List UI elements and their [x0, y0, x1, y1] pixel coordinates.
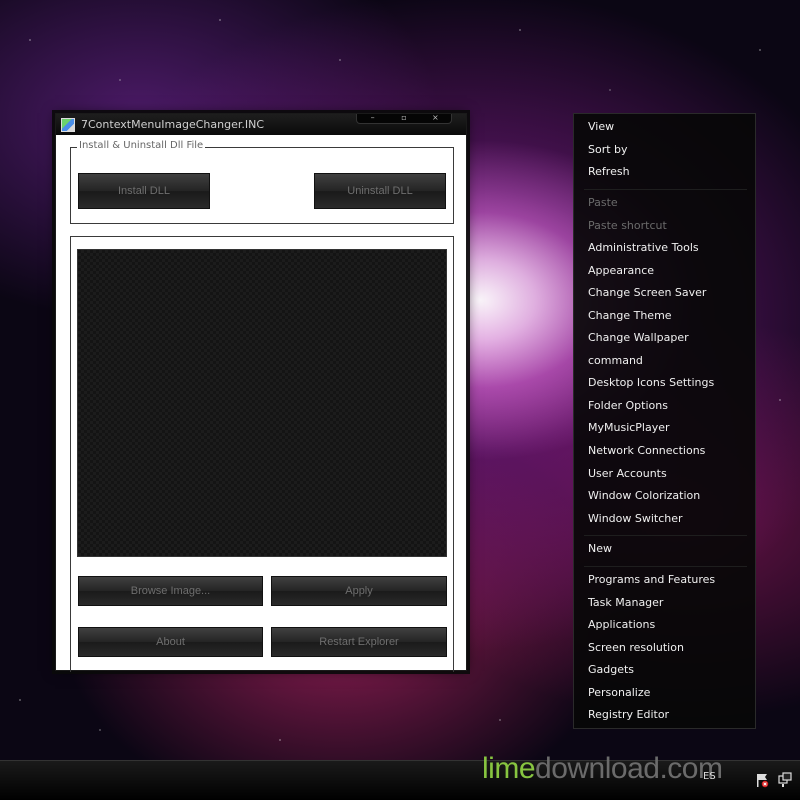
- watermark-rest: download.com: [535, 752, 723, 785]
- action-center-flag-icon[interactable]: [755, 772, 769, 788]
- maximize-button[interactable]: ▫: [388, 114, 419, 123]
- install-groupbox: Install & Uninstall Dll File Install DLL…: [70, 140, 454, 224]
- install-dll-button[interactable]: Install DLL: [78, 173, 210, 209]
- menu-item-mymusicplayer[interactable]: MyMusicPlayer: [588, 421, 670, 434]
- window-controls: – ▫ ×: [356, 114, 452, 124]
- menu-item-personalize[interactable]: Personalize: [588, 686, 650, 699]
- menu-item-gadgets[interactable]: Gadgets: [588, 663, 634, 676]
- menu-separator: [584, 535, 747, 536]
- menu-item-window-switcher[interactable]: Window Switcher: [588, 512, 683, 525]
- menu-item-paste-shortcut[interactable]: Paste shortcut: [588, 219, 667, 232]
- menu-item-task-manager[interactable]: Task Manager: [588, 596, 663, 609]
- menu-item-new[interactable]: New: [588, 542, 612, 555]
- menu-item-user-accounts[interactable]: User Accounts: [588, 467, 667, 480]
- menu-item-administrative-tools[interactable]: Administrative Tools: [588, 241, 699, 254]
- about-button[interactable]: About: [78, 627, 263, 657]
- uninstall-dll-button[interactable]: Uninstall DLL: [314, 173, 446, 209]
- menu-item-network-connections[interactable]: Network Connections: [588, 444, 705, 457]
- minimize-button[interactable]: –: [357, 114, 388, 123]
- image-preview: [77, 249, 447, 557]
- window-title: 7ContextMenuImageChanger.INC: [81, 118, 265, 131]
- menu-item-registry-editor[interactable]: Registry Editor: [588, 708, 669, 721]
- menu-separator: [584, 189, 747, 190]
- menu-item-view[interactable]: View: [588, 120, 614, 133]
- desktop-context-menu: View Sort by Refresh Paste Paste shortcu…: [573, 113, 756, 729]
- preview-groupbox: Browse Image... Apply About Restart Expl…: [70, 236, 454, 672]
- watermark-lime: lime: [482, 752, 536, 785]
- network-icon[interactable]: [778, 772, 792, 788]
- apply-button[interactable]: Apply: [271, 576, 447, 606]
- app-window: 7ContextMenuImageChanger.INC – ▫ × Insta…: [55, 113, 467, 672]
- menu-item-paste[interactable]: Paste: [588, 196, 618, 209]
- restart-explorer-button[interactable]: Restart Explorer: [271, 627, 447, 657]
- menu-item-screen-resolution[interactable]: Screen resolution: [588, 641, 684, 654]
- menu-item-folder-options[interactable]: Folder Options: [588, 399, 668, 412]
- language-indicator[interactable]: ES: [703, 771, 716, 782]
- browse-image-button[interactable]: Browse Image...: [78, 576, 263, 606]
- menu-item-applications[interactable]: Applications: [588, 618, 655, 631]
- close-button[interactable]: ×: [420, 114, 451, 123]
- menu-item-appearance[interactable]: Appearance: [588, 264, 654, 277]
- menu-item-programs-and-features[interactable]: Programs and Features: [588, 573, 715, 586]
- menu-item-change-wallpaper[interactable]: Change Wallpaper: [588, 331, 689, 344]
- menu-item-refresh[interactable]: Refresh: [588, 165, 630, 178]
- menu-item-change-theme[interactable]: Change Theme: [588, 309, 672, 322]
- menu-separator: [584, 566, 747, 567]
- menu-item-change-screen-saver[interactable]: Change Screen Saver: [588, 286, 706, 299]
- app-icon: [61, 117, 75, 132]
- window-titlebar[interactable]: 7ContextMenuImageChanger.INC – ▫ ×: [56, 114, 466, 135]
- menu-item-command[interactable]: command: [588, 354, 643, 367]
- menu-item-sort-by[interactable]: Sort by: [588, 143, 628, 156]
- watermark-logo: limedownload.com: [482, 752, 723, 786]
- install-group-legend: Install & Uninstall Dll File: [77, 140, 206, 151]
- menu-item-desktop-icons-settings[interactable]: Desktop Icons Settings: [588, 376, 714, 389]
- menu-item-window-colorization[interactable]: Window Colorization: [588, 489, 700, 502]
